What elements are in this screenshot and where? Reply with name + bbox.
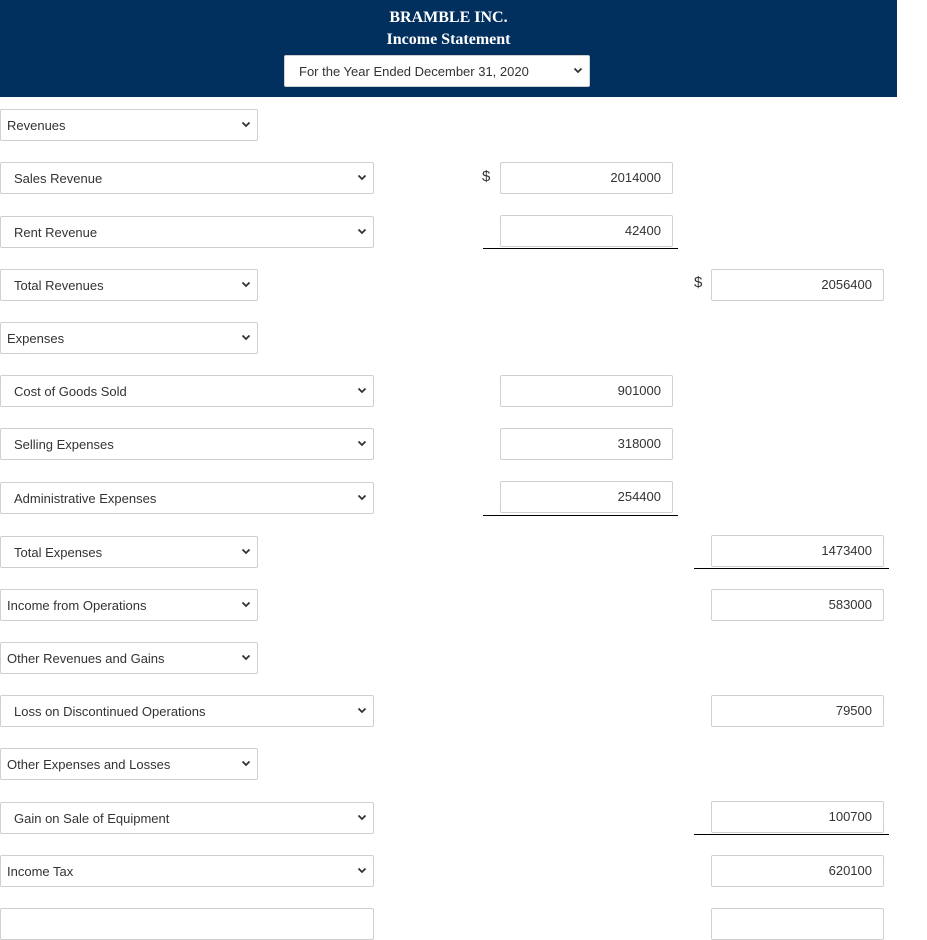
row-label-select[interactable]: Revenues <box>0 109 258 141</box>
amount-input-col1[interactable]: 2014000 <box>500 162 673 194</box>
row-label-select[interactable]: Total Revenues <box>0 269 258 301</box>
subtotal-rule <box>694 568 889 569</box>
row-label-select[interactable]: Selling Expenses <box>0 428 374 460</box>
chevron-down-icon <box>241 547 251 557</box>
row-label: Loss on Discontinued Operations <box>14 703 206 719</box>
chevron-down-icon <box>241 653 251 663</box>
currency-symbol: $ <box>694 274 703 291</box>
row-label-select[interactable]: Administrative Expenses <box>0 482 374 514</box>
amount-input-col2[interactable]: 583000 <box>711 589 884 621</box>
row-label: Total Revenues <box>14 277 104 293</box>
row-label-select[interactable]: Rent Revenue <box>0 216 374 248</box>
amount-input-col1[interactable]: 901000 <box>500 375 673 407</box>
row-label: Expenses <box>7 330 65 346</box>
chevron-down-icon <box>241 600 251 610</box>
row-label: Other Expenses and Losses <box>7 756 171 772</box>
row-label-select[interactable]: Other Expenses and Losses <box>0 748 258 780</box>
row-label-select[interactable]: Expenses <box>0 322 258 354</box>
subtotal-rule <box>483 515 678 516</box>
chevron-down-icon <box>357 813 367 823</box>
row-label: Income Tax <box>7 863 74 879</box>
period-dropdown[interactable]: For the Year Ended December 31, 2020 <box>284 55 590 87</box>
chevron-down-icon <box>241 759 251 769</box>
amount-input-col1[interactable]: 254400 <box>500 481 673 513</box>
amount-input-col2[interactable]: 79500 <box>711 695 884 727</box>
row-label: Revenues <box>7 117 66 133</box>
subtotal-rule <box>483 248 678 249</box>
row-label: Cost of Goods Sold <box>14 383 127 399</box>
amount-input-col1[interactable]: 318000 <box>500 428 673 460</box>
row-label: Selling Expenses <box>14 436 114 452</box>
row-label-select[interactable]: Gain on Sale of Equipment <box>0 802 374 834</box>
row-label: Total Expenses <box>14 544 103 560</box>
row-label: Administrative Expenses <box>14 490 157 506</box>
chevron-down-icon <box>241 280 251 290</box>
chevron-down-icon <box>357 173 367 183</box>
chevron-down-icon <box>357 439 367 449</box>
chevron-down-icon <box>357 386 367 396</box>
row-label: Gain on Sale of Equipment <box>14 810 170 826</box>
row-label-select[interactable]: Income Tax <box>0 855 374 887</box>
amount-input-col2[interactable]: 620100 <box>711 855 884 887</box>
chevron-down-icon <box>357 866 367 876</box>
currency-symbol: $ <box>482 168 491 185</box>
row-label-select[interactable]: Other Revenues and Gains <box>0 642 258 674</box>
amount-input-col2[interactable]: 100700 <box>711 801 884 833</box>
row-label: Income from Operations <box>7 597 147 613</box>
period-label: For the Year Ended December 31, 2020 <box>299 63 529 79</box>
subtotal-rule <box>694 834 889 835</box>
chevron-down-icon <box>357 227 367 237</box>
row-label-select[interactable]: Cost of Goods Sold <box>0 375 374 407</box>
chevron-down-icon <box>357 706 367 716</box>
row-label-select[interactable]: Sales Revenue <box>0 162 374 194</box>
company-name: BRAMBLE INC. <box>389 9 508 26</box>
amount-input-col2[interactable]: 1473400 <box>711 535 884 567</box>
statement-title: Income Statement <box>386 31 511 48</box>
row-label: Rent Revenue <box>14 224 98 240</box>
row-label-select[interactable]: Loss on Discontinued Operations <box>0 695 374 727</box>
amount-input-col1[interactable]: 42400 <box>500 215 673 247</box>
row-label: Sales Revenue <box>14 170 103 186</box>
row-label-select[interactable]: Income from Operations <box>0 589 258 621</box>
chevron-down-icon <box>573 66 583 76</box>
chevron-down-icon <box>241 333 251 343</box>
chevron-down-icon <box>357 493 367 503</box>
row-label: Other Revenues and Gains <box>7 650 165 666</box>
row-label-select[interactable]: Total Expenses <box>0 536 258 568</box>
amount-input-col2[interactable]: 2056400 <box>711 269 884 301</box>
chevron-down-icon <box>241 120 251 130</box>
